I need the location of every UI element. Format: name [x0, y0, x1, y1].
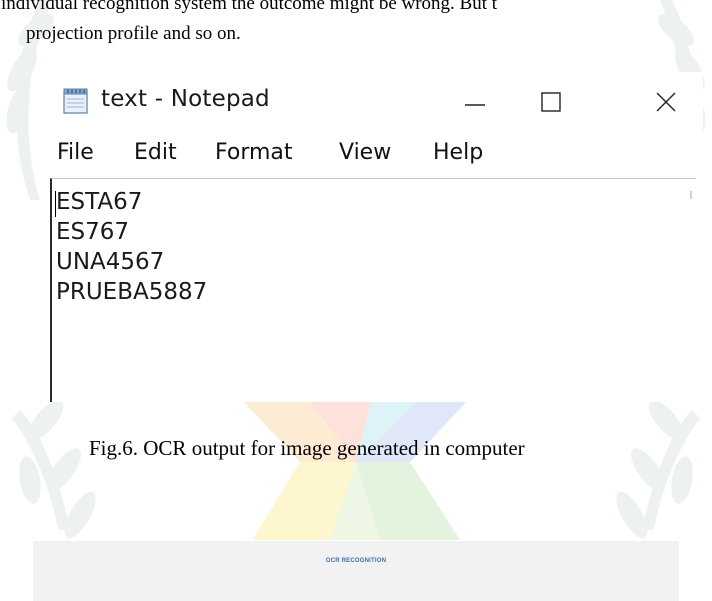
menu-edit[interactable]: Edit — [134, 140, 177, 165]
maximize-button[interactable] — [528, 80, 574, 124]
paragraph-line: individual recognition system the outcom… — [1, 0, 498, 14]
close-icon — [656, 92, 676, 112]
vertical-scrollbar[interactable] — [690, 191, 692, 199]
menu-help[interactable]: Help — [433, 140, 483, 165]
menu-format[interactable]: Format — [215, 140, 293, 165]
ocr-app-title: OCR RECOGNITION — [325, 558, 387, 564]
menu-bar: File Edit Format View Help — [43, 134, 703, 178]
minimize-icon — [465, 104, 485, 106]
editor-content: ESTA67 ES767 UNA4567 PRUEBA5887 — [56, 187, 207, 307]
watermark-pinwheel — [240, 398, 470, 540]
notepad-icon — [63, 88, 88, 114]
text-editor[interactable]: ESTA67 ES767 UNA4567 PRUEBA5887 — [50, 178, 696, 402]
text-line: ES767 — [56, 219, 130, 245]
body-paragraph: individual recognition system the outcom… — [0, 0, 712, 49]
close-button[interactable] — [643, 80, 689, 124]
paragraph-line: projection profile and so on. — [26, 23, 241, 44]
menu-view[interactable]: View — [339, 140, 391, 165]
figure-caption: Fig.6. OCR output for image generated in… — [89, 436, 525, 460]
text-line: PRUEBA5887 — [56, 279, 208, 305]
title-bar[interactable]: text - Notepad — [43, 72, 703, 134]
text-line: UNA4567 — [56, 249, 165, 275]
maximize-icon — [541, 92, 561, 112]
menu-file[interactable]: File — [57, 140, 94, 165]
notepad-window: text - Notepad File Edit Format View Hel… — [43, 72, 703, 402]
minimize-button[interactable] — [452, 80, 498, 124]
window-title: text - Notepad — [101, 86, 270, 112]
ocr-app-screenshot: OCR RECOGNITION — [33, 541, 679, 601]
text-line: ESTA67 — [56, 189, 143, 215]
